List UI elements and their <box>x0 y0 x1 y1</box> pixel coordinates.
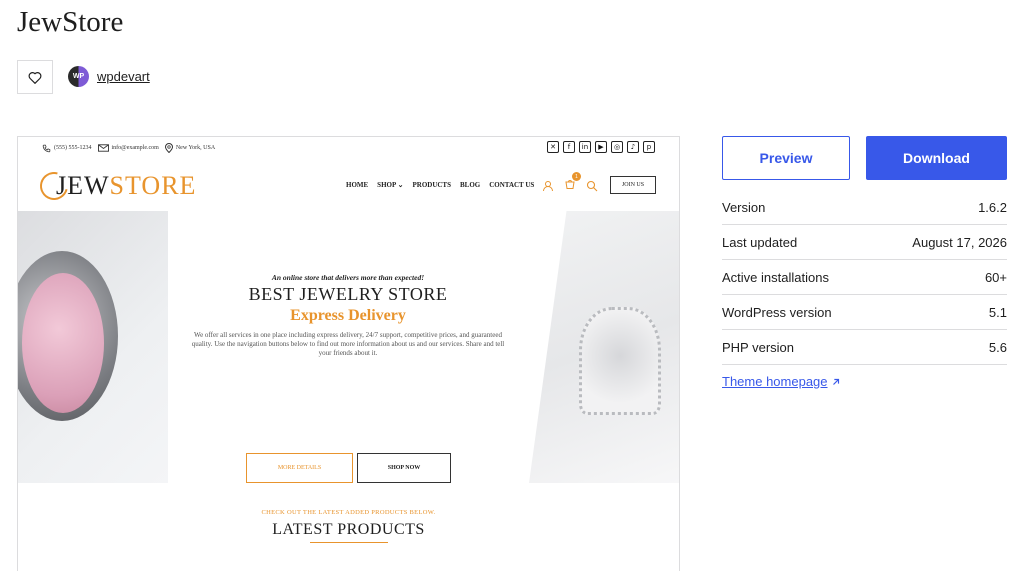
demo-location: New York, USA <box>164 143 216 153</box>
demo-phone-text: (555) 555-1234 <box>54 145 92 151</box>
title-underline <box>309 542 388 543</box>
latest-kicker: CHECK OUT THE LATEST ADDED PRODUCTS BELO… <box>261 509 436 516</box>
external-link-icon <box>832 378 839 385</box>
demo-more-details-button: MORE DETAILS <box>246 453 353 483</box>
meta-label: Active installations <box>722 269 829 285</box>
instagram-icon: ◎ <box>611 141 623 153</box>
author-avatar: WP <box>68 66 89 87</box>
meta-label: Last updated <box>722 234 798 250</box>
demo-shop-now-button: SHOP NOW <box>357 453 451 483</box>
hero-buttons: MORE DETAILS SHOP NOW <box>246 453 451 483</box>
meta-label: PHP version <box>722 339 795 355</box>
phone-icon <box>42 144 51 152</box>
page-title: JewStore <box>17 6 124 38</box>
hero-subtitle: Express Delivery <box>290 307 406 324</box>
demo-menu-blog: BLOG <box>460 181 481 189</box>
meta-row-wp-version: WordPress version 5.1 <box>722 295 1007 330</box>
demo-topbar: (555) 555-1234 info@example.com New York… <box>18 137 679 159</box>
hero-content: An online store that delivers more than … <box>178 273 518 358</box>
meta-row-version: Version 1.6.2 <box>722 190 1007 225</box>
demo-email-text: info@example.com <box>111 145 159 151</box>
x-icon: ✕ <box>547 141 559 153</box>
theme-screenshot: (555) 555-1234 info@example.com New York… <box>17 136 680 571</box>
location-icon <box>164 143 173 153</box>
meta-row-last-updated: Last updated August 17, 2026 <box>722 225 1007 260</box>
hero-title: BEST JEWELRY STORE <box>248 284 448 304</box>
demo-socials: ✕ f in ▶ ◎ ♪ p <box>547 141 655 153</box>
tiktok-icon: ♪ <box>627 141 639 153</box>
mail-icon <box>97 144 109 152</box>
demo-join-button: JOIN US <box>610 176 656 194</box>
favorite-button[interactable] <box>17 60 53 94</box>
cart-badge: 1 <box>572 172 581 181</box>
meta-label: WordPress version <box>722 304 832 320</box>
meta-label: Version <box>722 199 766 215</box>
demo-menu-home: HOME <box>346 181 369 189</box>
demo-navbar: JEWSTORE HOME SHOP ⌄ PRODUCTS BLOG CONTA… <box>18 165 679 207</box>
demo-menu-products: PRODUCTS <box>412 181 451 189</box>
demo-hero: An online store that delivers more than … <box>18 211 679 483</box>
ring-image <box>18 211 168 483</box>
meta-row-active-installs: Active installations 60+ <box>722 260 1007 295</box>
demo-email: info@example.com <box>97 144 159 152</box>
youtube-icon: ▶ <box>595 141 607 153</box>
author-link[interactable]: wpdevart <box>97 69 150 84</box>
linkedin-icon: in <box>579 141 591 153</box>
latest-products-section: CHECK OUT THE LATEST ADDED PRODUCTS BELO… <box>18 509 679 543</box>
theme-homepage-link[interactable]: Theme homepage <box>722 374 841 389</box>
demo-menu: HOME SHOP ⌄ PRODUCTS BLOG CONTACT US <box>346 181 534 189</box>
meta-value: August 17, 2026 <box>912 234 1007 250</box>
demo-menu-shop: SHOP ⌄ <box>377 181 404 189</box>
meta-value: 1.6.2 <box>978 199 1007 215</box>
user-icon <box>543 181 553 192</box>
preview-button[interactable]: Preview <box>722 136 850 180</box>
latest-title: LATEST PRODUCTS <box>272 521 425 538</box>
theme-meta: Version 1.6.2 Last updated August 17, 2026… <box>722 190 1007 365</box>
pinterest-icon: p <box>643 141 655 153</box>
meta-value: 60+ <box>984 269 1007 285</box>
demo-phone: (555) 555-1234 <box>42 144 92 153</box>
demo-nav-icons: 1 <box>542 172 598 195</box>
facebook-icon: f <box>563 141 575 153</box>
chevron-down-icon: ⌄ <box>397 181 404 189</box>
meta-value: 5.6 <box>988 339 1007 355</box>
theme-homepage-label[interactable]: Theme homepage <box>722 374 828 389</box>
download-button[interactable]: Download <box>866 136 1007 180</box>
hero-description: We offer all services in one place inclu… <box>191 331 505 357</box>
crown-image <box>529 211 679 483</box>
meta-value: 5.1 <box>988 304 1007 320</box>
demo-menu-contact: CONTACT US <box>489 181 535 189</box>
search-icon <box>586 180 598 192</box>
hero-tagline: An online store that delivers more than … <box>271 273 425 282</box>
heart-icon <box>28 71 42 84</box>
author[interactable]: WP wpdevart <box>68 66 150 87</box>
demo-logo: JEWSTORE <box>34 166 197 206</box>
demo-location-text: New York, USA <box>175 145 216 151</box>
meta-row-php-version: PHP version 5.6 <box>722 330 1007 365</box>
logo-part2: STORE <box>109 171 197 200</box>
cart: 1 <box>564 172 581 195</box>
